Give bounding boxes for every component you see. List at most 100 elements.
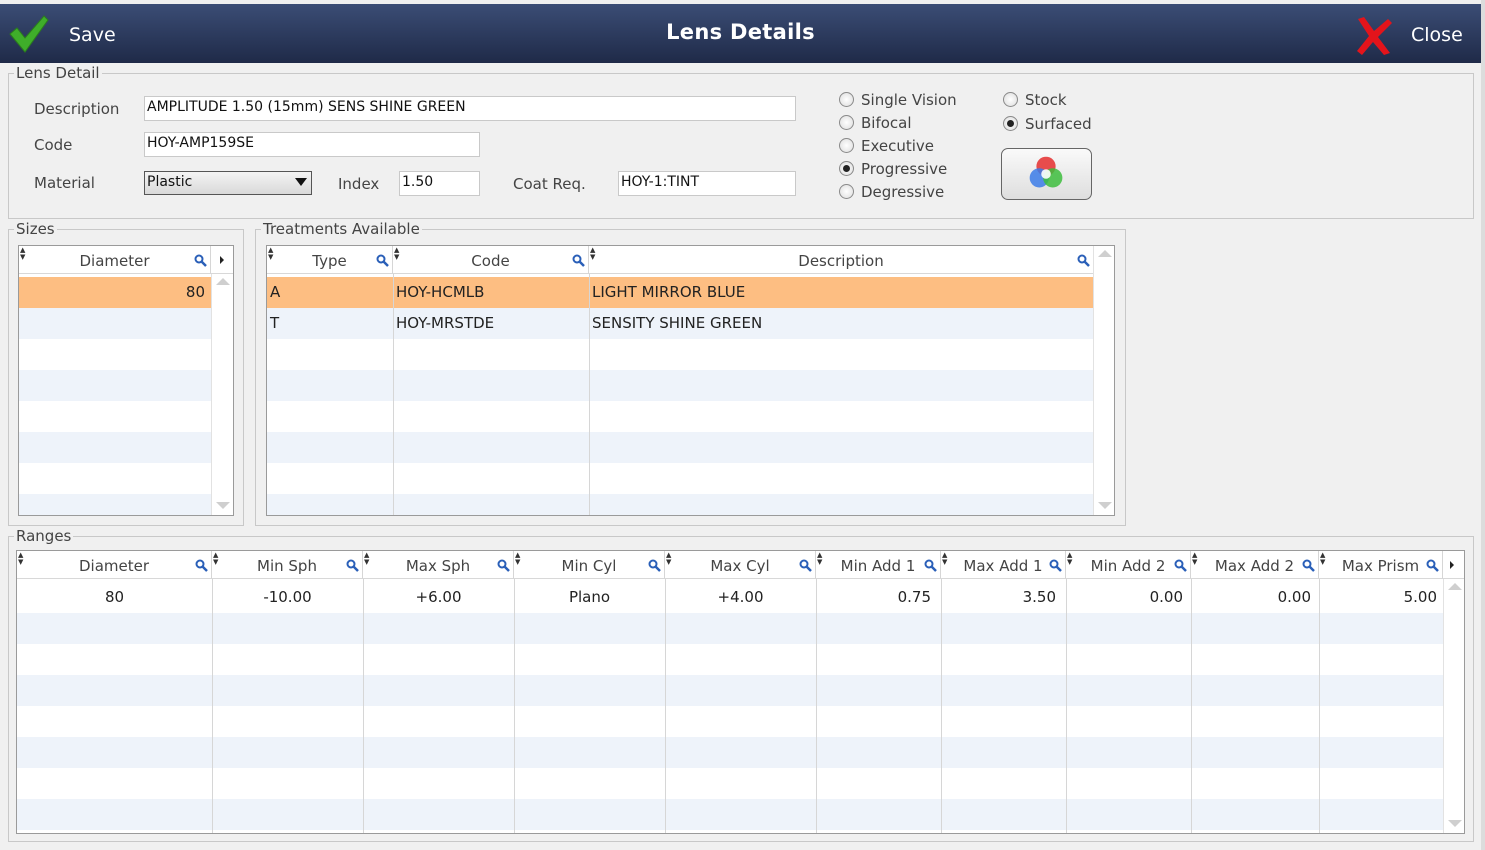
- magnifier-icon[interactable]: [1302, 559, 1315, 572]
- magnifier-icon[interactable]: [572, 254, 585, 267]
- max-prism-cell: 5.00: [1403, 588, 1437, 606]
- scroll-up-icon[interactable]: [1098, 250, 1112, 257]
- radio-label: Surfaced: [1025, 115, 1092, 133]
- sizes-scrollbar[interactable]: [211, 274, 233, 515]
- column-header-max-prism[interactable]: ▲ ▼ Max Prism: [1319, 551, 1443, 579]
- title-bar: Save Lens Details Close: [0, 4, 1481, 63]
- sizes-title: Sizes: [14, 220, 57, 238]
- magnifier-icon[interactable]: [924, 559, 937, 572]
- column-header-min-sph[interactable]: ▲ ▼ Min Sph: [212, 551, 363, 579]
- color-button[interactable]: [1001, 148, 1092, 200]
- ranges-scrollbar[interactable]: [1443, 579, 1464, 833]
- magnifier-icon[interactable]: [497, 559, 510, 572]
- sort-icon[interactable]: ▲ ▼: [817, 552, 822, 566]
- column-chooser-icon[interactable]: [1450, 561, 1454, 569]
- radio-bifocal[interactable]: Bifocal: [839, 113, 912, 133]
- sort-icon[interactable]: ▲ ▼: [942, 552, 947, 566]
- table-row[interactable]: A HOY-HCMLB LIGHT MIRROR BLUE: [267, 277, 1093, 308]
- coat-req-field[interactable]: HOY-1:TINT: [618, 171, 796, 196]
- sort-icon[interactable]: ▲ ▼: [515, 552, 520, 566]
- column-header-diameter[interactable]: ▲ ▼ Diameter: [19, 246, 211, 274]
- magnifier-icon[interactable]: [346, 559, 359, 572]
- scroll-down-icon[interactable]: [216, 502, 230, 509]
- magnifier-icon[interactable]: [1174, 559, 1187, 572]
- radio-progressive[interactable]: Progressive: [839, 159, 947, 179]
- material-select[interactable]: Plastic: [144, 171, 312, 195]
- column-header-max-cyl[interactable]: ▲ ▼ Max Cyl: [665, 551, 816, 579]
- sort-icon[interactable]: ▲ ▼: [213, 552, 218, 566]
- close-x-icon[interactable]: [1354, 15, 1394, 57]
- coat-req-label: Coat Req.: [513, 175, 586, 193]
- scroll-down-icon[interactable]: [1098, 502, 1112, 509]
- sort-icon[interactable]: ▲ ▼: [18, 552, 23, 566]
- code-field[interactable]: HOY-AMP159SE: [144, 132, 480, 157]
- column-header-type[interactable]: ▲ ▼ Type: [267, 246, 393, 274]
- treatments-title: Treatments Available: [261, 220, 422, 238]
- column-divider: [1191, 579, 1192, 833]
- sort-icon[interactable]: ▲ ▼: [394, 247, 399, 261]
- sort-icon[interactable]: ▲ ▼: [1067, 552, 1072, 566]
- index-field[interactable]: 1.50: [399, 171, 480, 196]
- table-row[interactable]: 80 -10.00 +6.00 Plano +4.00 0.75 3.50 0.…: [17, 582, 1443, 613]
- column-header-max-add-1[interactable]: ▲ ▼ Max Add 1: [941, 551, 1066, 579]
- radio-dot[interactable]: [839, 115, 854, 130]
- treatments-scrollbar[interactable]: [1093, 246, 1114, 515]
- magnifier-icon[interactable]: [1049, 559, 1062, 572]
- column-header-label: Min Add 2: [1090, 557, 1166, 575]
- column-chooser-icon[interactable]: [220, 256, 224, 264]
- sort-icon[interactable]: ▲ ▼: [1192, 552, 1197, 566]
- radio-dot[interactable]: [839, 184, 854, 199]
- column-header-min-add-2[interactable]: ▲ ▼ Min Add 2: [1066, 551, 1191, 579]
- max-add-1-cell: 3.50: [1022, 588, 1056, 606]
- column-header-label: Diameter: [79, 252, 150, 270]
- column-header-label: Max Add 1: [963, 557, 1043, 575]
- min-add-2-cell: 0.00: [1149, 588, 1183, 606]
- magnifier-icon[interactable]: [1426, 559, 1439, 572]
- radio-stock[interactable]: Stock: [1003, 90, 1067, 110]
- sort-icon[interactable]: ▲ ▼: [666, 552, 671, 566]
- max-cyl-cell: +4.00: [717, 588, 764, 606]
- column-header-label: Type: [312, 252, 347, 270]
- radio-dot[interactable]: [1003, 92, 1018, 107]
- radio-dot-selected[interactable]: [839, 161, 854, 176]
- magnifier-icon[interactable]: [1077, 254, 1090, 267]
- magnifier-icon[interactable]: [648, 559, 661, 572]
- magnifier-icon[interactable]: [799, 559, 812, 572]
- column-header-description[interactable]: ▲ ▼ Description: [589, 246, 1093, 274]
- radio-dot[interactable]: [839, 92, 854, 107]
- chevron-down-icon[interactable]: [295, 178, 307, 186]
- sort-icon[interactable]: ▲ ▼: [590, 247, 595, 261]
- radio-executive[interactable]: Executive: [839, 136, 934, 156]
- sort-icon[interactable]: ▲ ▼: [364, 552, 369, 566]
- max-add-2-cell: 0.00: [1277, 588, 1311, 606]
- magnifier-icon[interactable]: [376, 254, 389, 267]
- magnifier-icon[interactable]: [194, 254, 207, 267]
- radio-single-vision[interactable]: Single Vision: [839, 90, 957, 110]
- scroll-up-icon[interactable]: [216, 278, 230, 285]
- sort-icon[interactable]: ▲ ▼: [1320, 552, 1325, 566]
- sort-icon[interactable]: ▲ ▼: [20, 247, 25, 261]
- radio-dot-selected[interactable]: [1003, 116, 1018, 131]
- column-header-max-sph[interactable]: ▲ ▼ Max Sph: [363, 551, 514, 579]
- scroll-up-icon[interactable]: [1448, 583, 1462, 590]
- sort-icon[interactable]: ▲ ▼: [268, 247, 273, 261]
- close-label[interactable]: Close: [1411, 24, 1463, 46]
- radio-dot[interactable]: [839, 138, 854, 153]
- column-header-diameter[interactable]: ▲ ▼ Diameter: [17, 551, 212, 579]
- column-header-min-add-1[interactable]: ▲ ▼ Min Add 1: [816, 551, 941, 579]
- empty-row: [267, 370, 1093, 401]
- column-header-max-add-2[interactable]: ▲ ▼ Max Add 2: [1191, 551, 1319, 579]
- column-header-code[interactable]: ▲ ▼ Code: [393, 246, 589, 274]
- table-row[interactable]: T HOY-MRSTDE SENSITY SHINE GREEN: [267, 308, 1093, 339]
- radio-label: Degressive: [861, 183, 945, 201]
- description-field[interactable]: AMPLITUDE 1.50 (15mm) SENS SHINE GREEN: [144, 96, 796, 121]
- radio-degressive[interactable]: Degressive: [839, 182, 944, 202]
- magnifier-icon[interactable]: [195, 559, 208, 572]
- ranges-title: Ranges: [14, 527, 74, 545]
- material-value: Plastic: [147, 174, 193, 190]
- scroll-down-icon[interactable]: [1448, 820, 1462, 827]
- column-header-min-cyl[interactable]: ▲ ▼ Min Cyl: [514, 551, 665, 579]
- table-row[interactable]: 80: [19, 277, 211, 308]
- radio-surfaced[interactable]: Surfaced: [1003, 114, 1092, 134]
- column-header-label: Max Add 2: [1214, 557, 1295, 575]
